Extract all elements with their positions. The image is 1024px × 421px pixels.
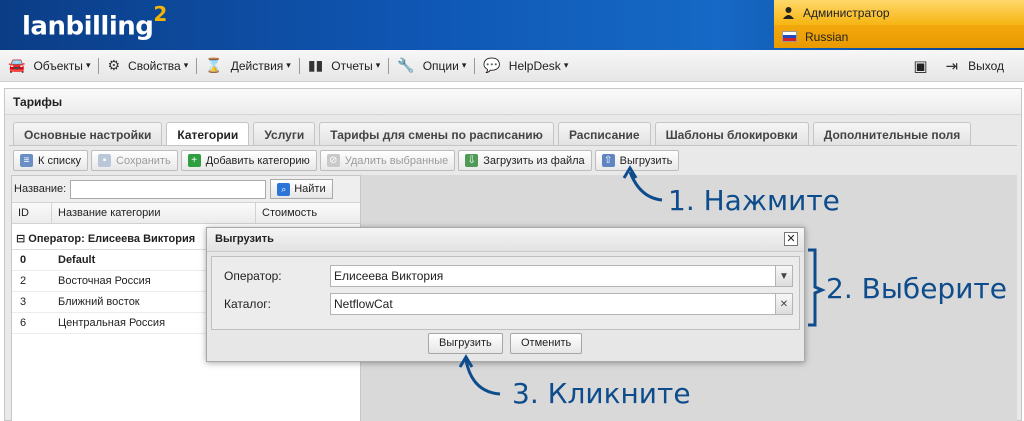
step2-annotation: 2. Выберите xyxy=(826,272,1007,305)
step3-annotation: 3. Кликните xyxy=(512,377,691,410)
annotation-arrows xyxy=(458,165,826,396)
step1-annotation: 1. Нажмите xyxy=(668,184,840,217)
